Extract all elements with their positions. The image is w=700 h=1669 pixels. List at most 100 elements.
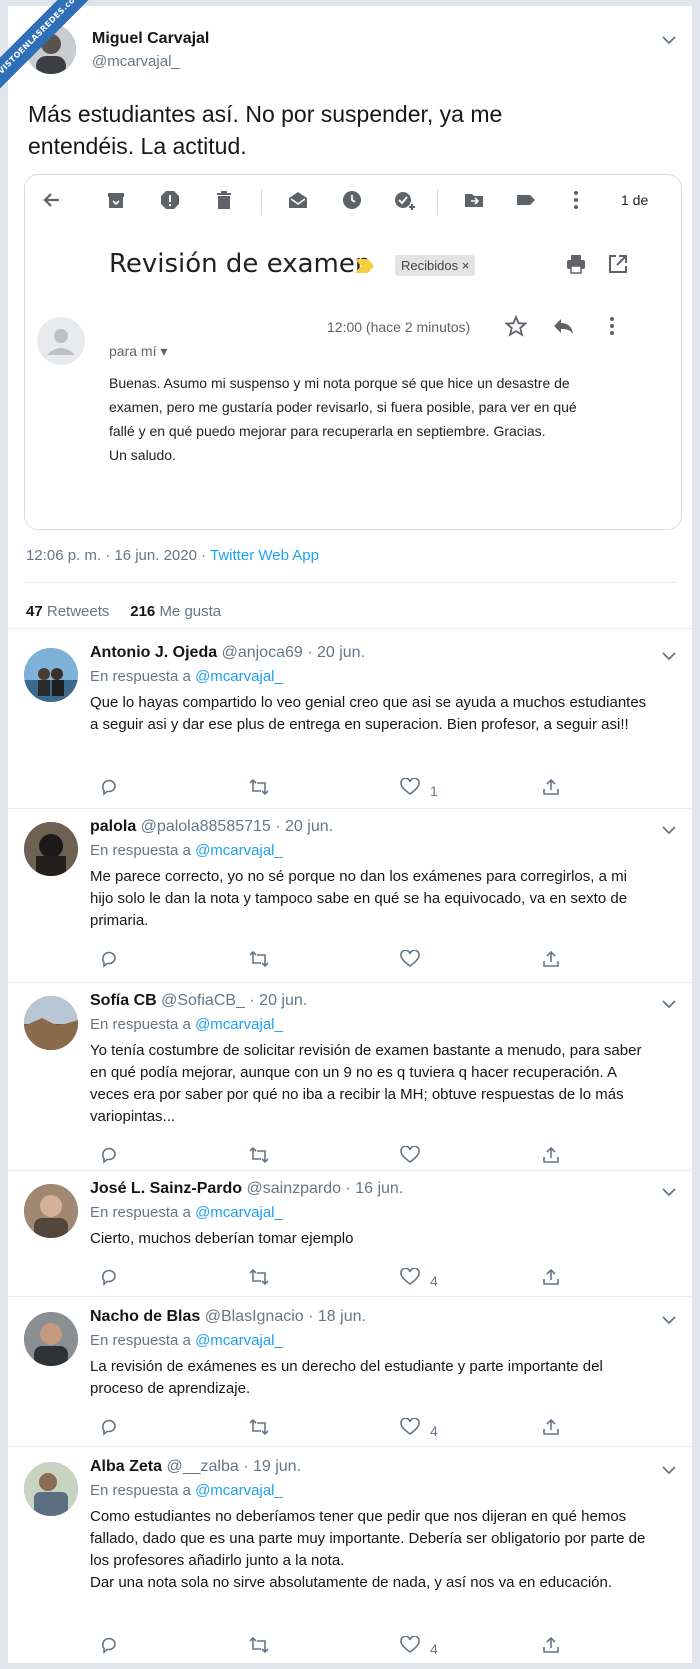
reply-meta[interactable]: @sainzpardo · 16 jun.	[242, 1180, 403, 1197]
reply-meta[interactable]: @BlasIgnacio · 18 jun.	[200, 1308, 366, 1325]
reply-author-name[interactable]: Antonio J. Ojeda	[90, 644, 217, 661]
divider	[8, 628, 692, 629]
email-body-line: Buenas. Asumo mi suspenso y mi nota porq…	[109, 375, 570, 391]
share-icon[interactable]	[542, 1418, 560, 1441]
reply-comment-icon[interactable]	[100, 1146, 118, 1169]
retweet-icon[interactable]	[248, 1268, 270, 1291]
reply-avatar[interactable]	[24, 648, 78, 702]
reply-avatar[interactable]	[24, 1184, 78, 1238]
mention-link[interactable]: @mcarvajal_	[195, 1332, 283, 1349]
pagination-text: 1 de	[621, 192, 649, 208]
reply-tweet[interactable]: Sofía CB @SofiaCB_ · 20 jun. En respuest…	[8, 992, 692, 1172]
reply-menu-chevron-icon[interactable]	[662, 822, 676, 838]
like-heart-icon[interactable]: 4	[400, 1635, 438, 1659]
reply-actions: 4	[90, 1417, 590, 1441]
reply-header: Sofía CB @SofiaCB_ · 20 jun.	[90, 992, 307, 1010]
share-icon[interactable]	[542, 778, 560, 801]
reply-text: Cierto, muchos deberían tomar ejemplo	[90, 1230, 354, 1247]
reply-menu-chevron-icon[interactable]	[662, 1184, 676, 1200]
retweet-icon[interactable]	[248, 1418, 270, 1441]
divider	[8, 808, 692, 809]
in-reply-to: En respuesta a @mcarvajal_	[90, 1482, 283, 1499]
like-heart-icon[interactable]	[400, 1145, 430, 1169]
like-heart-icon[interactable]: 4	[400, 1267, 438, 1291]
email-more-vertical-icon	[601, 315, 623, 342]
reply-menu-chevron-icon[interactable]	[662, 648, 676, 664]
reply-author-name[interactable]: José L. Sainz-Pardo	[90, 1180, 242, 1197]
share-icon[interactable]	[542, 1146, 560, 1169]
reply-tweet[interactable]: palola @palola88585715 · 20 jun. En resp…	[8, 818, 692, 978]
reply-tweet[interactable]: Nacho de Blas @BlasIgnacio · 18 jun. En …	[8, 1308, 692, 1448]
reply-author-name[interactable]: palola	[90, 818, 136, 835]
tweet-stats: 47 Retweets 216 Me gusta	[26, 603, 221, 620]
reply-comment-icon[interactable]	[100, 950, 118, 973]
retweet-count[interactable]: 47	[26, 603, 43, 620]
source-app-link[interactable]: Twitter Web App	[210, 547, 319, 564]
importance-marker-icon	[355, 259, 375, 278]
toolbar-separator	[261, 189, 262, 215]
mention-link[interactable]: @mcarvajal_	[195, 1204, 283, 1221]
reply-menu-chevron-icon[interactable]	[662, 1312, 676, 1328]
reply-actions	[90, 949, 590, 973]
reply-comment-icon[interactable]	[100, 1418, 118, 1441]
like-heart-icon[interactable]	[400, 949, 430, 973]
reply-text: Como estudiantes no deberíamos tener que…	[90, 1508, 646, 1591]
share-icon[interactable]	[542, 950, 560, 973]
reply-tweet[interactable]: Antonio J. Ojeda @anjoca69 · 20 jun. En …	[8, 644, 692, 804]
in-reply-to: En respuesta a @mcarvajal_	[90, 1016, 283, 1033]
reply-actions: 4	[90, 1635, 590, 1659]
timestamp-text[interactable]: 12:06 p. m. · 16 jun. 2020 ·	[26, 547, 210, 564]
mention-link[interactable]: @mcarvajal_	[195, 842, 283, 859]
mention-link[interactable]: @mcarvajal_	[195, 668, 283, 685]
reply-tweet[interactable]: José L. Sainz-Pardo @sainzpardo · 16 jun…	[8, 1180, 692, 1300]
reply-meta[interactable]: @SofiaCB_ · 20 jun.	[157, 992, 307, 1009]
reply-avatar[interactable]	[24, 996, 78, 1050]
reply-like-count: 4	[430, 1273, 438, 1289]
reply-avatar[interactable]	[24, 822, 78, 876]
like-heart-icon[interactable]: 4	[400, 1417, 438, 1441]
reply-arrow-icon	[551, 315, 575, 342]
like-heart-icon[interactable]: 1	[400, 777, 438, 801]
reply-actions: 1	[90, 777, 590, 801]
tweet-card: Miguel Carvajal @mcarvajal_ Más estudian…	[8, 6, 692, 1663]
reply-author-name[interactable]: Sofía CB	[90, 992, 157, 1009]
in-reply-to: En respuesta a @mcarvajal_	[90, 668, 283, 685]
reply-comment-icon[interactable]	[100, 778, 118, 801]
reply-author-name[interactable]: Alba Zeta	[90, 1458, 162, 1475]
share-icon[interactable]	[542, 1268, 560, 1291]
divider	[8, 1296, 692, 1297]
reply-comment-icon[interactable]	[100, 1268, 118, 1291]
reply-meta[interactable]: @__zalba · 19 jun.	[162, 1458, 301, 1475]
reply-author-name[interactable]: Nacho de Blas	[90, 1308, 200, 1325]
add-task-icon	[393, 189, 417, 217]
reply-tweet[interactable]: Alba Zeta @__zalba · 19 jun. En respuest…	[8, 1458, 692, 1658]
reply-text: La revisión de exámenes es un derecho de…	[90, 1358, 603, 1397]
reply-avatar[interactable]	[24, 1312, 78, 1366]
email-body-line: fallé y en qué puedo mejorar para recupe…	[109, 423, 546, 439]
tweet-menu-chevron-icon[interactable]	[662, 32, 676, 48]
reply-menu-chevron-icon[interactable]	[662, 996, 676, 1012]
retweet-icon[interactable]	[248, 950, 270, 973]
reply-meta[interactable]: @palola88585715 · 20 jun.	[136, 818, 333, 835]
retweet-icon[interactable]	[248, 1146, 270, 1169]
reply-menu-chevron-icon[interactable]	[662, 1462, 676, 1478]
in-reply-to: En respuesta a @mcarvajal_	[90, 1204, 283, 1221]
mention-link[interactable]: @mcarvajal_	[195, 1482, 283, 1499]
reply-meta[interactable]: @anjoca69 · 20 jun.	[217, 644, 365, 661]
retweet-icon[interactable]	[248, 778, 270, 801]
mention-link[interactable]: @mcarvajal_	[195, 1016, 283, 1033]
back-arrow-icon	[41, 189, 63, 217]
like-count[interactable]: 216	[130, 603, 155, 620]
reply-avatar[interactable]	[24, 1462, 78, 1516]
delete-icon	[213, 189, 235, 217]
retweet-icon[interactable]	[248, 1636, 270, 1659]
author-name[interactable]: Miguel Carvajal	[92, 30, 209, 48]
in-reply-to: En respuesta a @mcarvajal_	[90, 1332, 283, 1349]
print-icon	[565, 253, 587, 280]
divider	[8, 1446, 692, 1447]
likes-label[interactable]: Me gusta	[159, 603, 221, 620]
retweets-label[interactable]: Retweets	[47, 603, 110, 620]
share-icon[interactable]	[542, 1636, 560, 1659]
author-handle[interactable]: @mcarvajal_	[92, 53, 180, 70]
reply-comment-icon[interactable]	[100, 1636, 118, 1659]
